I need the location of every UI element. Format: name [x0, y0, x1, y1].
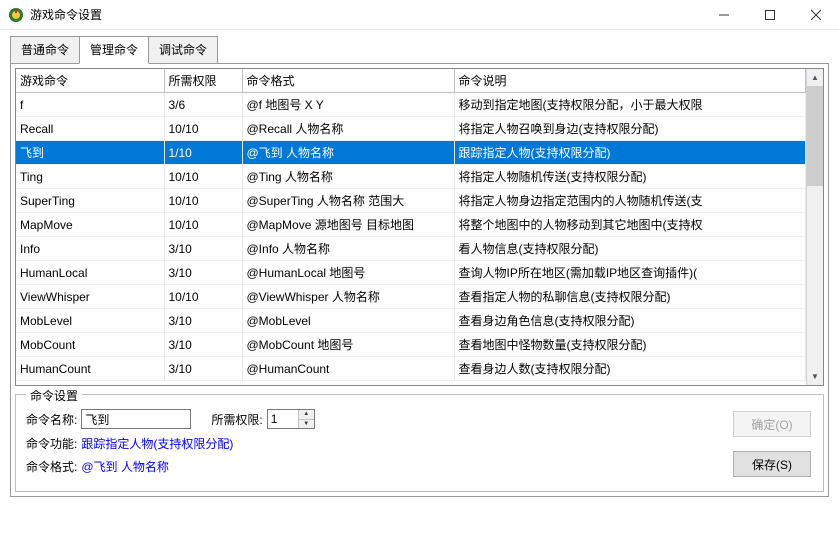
command-name-input[interactable] — [81, 409, 191, 429]
table-row[interactable]: ViewWhisper10/10@ViewWhisper 人物名称查看指定人物的… — [16, 285, 806, 309]
cell-fmt: @Info 人物名称 — [242, 237, 454, 261]
cell-perm: 3/10 — [164, 237, 242, 261]
table-row[interactable]: MobCount3/10@MobCount 地图号查看地图中怪物数量(支持权限分… — [16, 333, 806, 357]
group-title: 命令设置 — [26, 387, 82, 404]
table-row[interactable]: 飞到1/10@飞到 人物名称跟踪指定人物(支持权限分配) — [16, 141, 806, 165]
cell-cmd: f — [16, 93, 164, 117]
perm-label: 所需权限: — [211, 411, 262, 428]
scroll-track[interactable] — [807, 86, 823, 368]
command-table-container: 游戏命令 所需权限 命令格式 命令说明 f3/6@f 地图号 X Y移动到指定地… — [15, 68, 824, 386]
func-value: 跟踪指定人物(支持权限分配) — [81, 435, 233, 452]
table-row[interactable]: Recall10/10@Recall 人物名称将指定人物召唤到身边(支持权限分配… — [16, 117, 806, 141]
close-button[interactable] — [793, 0, 839, 30]
cell-cmd: MobCount — [16, 333, 164, 357]
permission-stepper[interactable]: ▲ ▼ — [267, 409, 315, 429]
cell-fmt: @ViewWhisper 人物名称 — [242, 285, 454, 309]
cell-fmt: @HumanLocal 地图号 — [242, 261, 454, 285]
cell-perm: 1/10 — [164, 141, 242, 165]
cell-cmd: Info — [16, 237, 164, 261]
tab-panel: 游戏命令 所需权限 命令格式 命令说明 f3/6@f 地图号 X Y移动到指定地… — [10, 63, 829, 497]
fmt-value: @飞到 人物名称 — [81, 458, 169, 475]
app-icon — [8, 7, 24, 23]
cell-perm: 3/10 — [164, 357, 242, 381]
cell-fmt: @SuperTing 人物名称 范围大 — [242, 189, 454, 213]
table-row[interactable]: f3/6@f 地图号 X Y移动到指定地图(支持权限分配，小于最大权限 — [16, 93, 806, 117]
tab-debug[interactable]: 调试命令 — [148, 36, 218, 64]
table-row[interactable]: SuperTing10/10@SuperTing 人物名称 范围大将指定人物身边… — [16, 189, 806, 213]
minimize-button[interactable] — [701, 0, 747, 30]
cell-desc: 将指定人物身边指定范围内的人物随机传送(支 — [454, 189, 806, 213]
cell-cmd: MobLevel — [16, 309, 164, 333]
vertical-scrollbar[interactable]: ▲ ▼ — [806, 69, 823, 385]
confirm-button[interactable]: 确定(O) — [733, 411, 811, 437]
tabs: 普通命令 管理命令 调试命令 — [10, 36, 829, 64]
fmt-label: 命令格式: — [26, 458, 77, 475]
tab-normal[interactable]: 普通命令 — [10, 36, 80, 64]
cell-fmt: @HumanCount — [242, 357, 454, 381]
scroll-up-button[interactable]: ▲ — [807, 69, 823, 86]
cell-perm: 3/6 — [164, 93, 242, 117]
header-fmt[interactable]: 命令格式 — [242, 69, 454, 93]
header-perm[interactable]: 所需权限 — [164, 69, 242, 93]
cell-perm: 10/10 — [164, 213, 242, 237]
cell-perm: 10/10 — [164, 165, 242, 189]
table-row[interactable]: MobLevel3/10@MobLevel查看身边角色信息(支持权限分配) — [16, 309, 806, 333]
settings-group: 命令设置 命令名称: 所需权限: ▲ ▼ 命令功能: 跟踪指定人物(支持权限分配… — [15, 394, 824, 492]
cell-fmt: @Recall 人物名称 — [242, 117, 454, 141]
cell-desc: 查询人物IP所在地区(需加载IP地区查询插件)( — [454, 261, 806, 285]
cell-cmd: Recall — [16, 117, 164, 141]
cell-desc: 将整个地图中的人物移动到其它地图中(支持权 — [454, 213, 806, 237]
command-table: 游戏命令 所需权限 命令格式 命令说明 f3/6@f 地图号 X Y移动到指定地… — [16, 69, 806, 381]
cell-desc: 查看指定人物的私聊信息(支持权限分配) — [454, 285, 806, 309]
scroll-thumb[interactable] — [807, 86, 823, 186]
cell-cmd: 飞到 — [16, 141, 164, 165]
cell-fmt: @f 地图号 X Y — [242, 93, 454, 117]
table-row[interactable]: HumanLocal3/10@HumanLocal 地图号查询人物IP所在地区(… — [16, 261, 806, 285]
tab-admin[interactable]: 管理命令 — [79, 36, 149, 64]
cell-fmt: @MobCount 地图号 — [242, 333, 454, 357]
cell-cmd: ViewWhisper — [16, 285, 164, 309]
header-desc[interactable]: 命令说明 — [454, 69, 806, 93]
permission-input[interactable] — [268, 410, 298, 428]
spin-up-button[interactable]: ▲ — [299, 410, 314, 420]
cell-fmt: @Ting 人物名称 — [242, 165, 454, 189]
cell-perm: 10/10 — [164, 285, 242, 309]
maximize-button[interactable] — [747, 0, 793, 30]
cell-perm: 10/10 — [164, 189, 242, 213]
cell-perm: 3/10 — [164, 309, 242, 333]
cell-desc: 将指定人物随机传送(支持权限分配) — [454, 165, 806, 189]
cell-desc: 看人物信息(支持权限分配) — [454, 237, 806, 261]
cell-perm: 3/10 — [164, 333, 242, 357]
cell-cmd: HumanLocal — [16, 261, 164, 285]
cell-perm: 10/10 — [164, 117, 242, 141]
table-row[interactable]: Ting10/10@Ting 人物名称将指定人物随机传送(支持权限分配) — [16, 165, 806, 189]
cell-desc: 跟踪指定人物(支持权限分配) — [454, 141, 806, 165]
cell-desc: 移动到指定地图(支持权限分配，小于最大权限 — [454, 93, 806, 117]
spin-down-button[interactable]: ▼ — [299, 420, 314, 429]
cell-fmt: @飞到 人物名称 — [242, 141, 454, 165]
table-row[interactable]: Info3/10@Info 人物名称看人物信息(支持权限分配) — [16, 237, 806, 261]
table-row[interactable]: HumanCount3/10@HumanCount查看身边人数(支持权限分配) — [16, 357, 806, 381]
func-label: 命令功能: — [26, 435, 77, 452]
table-row[interactable]: MapMove10/10@MapMove 源地图号 目标地图将整个地图中的人物移… — [16, 213, 806, 237]
window-title: 游戏命令设置 — [30, 6, 701, 23]
cell-desc: 查看身边人数(支持权限分配) — [454, 357, 806, 381]
cell-perm: 3/10 — [164, 261, 242, 285]
cell-cmd: HumanCount — [16, 357, 164, 381]
header-cmd[interactable]: 游戏命令 — [16, 69, 164, 93]
cell-desc: 将指定人物召唤到身边(支持权限分配) — [454, 117, 806, 141]
cell-cmd: Ting — [16, 165, 164, 189]
cell-fmt: @MapMove 源地图号 目标地图 — [242, 213, 454, 237]
name-label: 命令名称: — [26, 411, 77, 428]
cell-fmt: @MobLevel — [242, 309, 454, 333]
save-button[interactable]: 保存(S) — [733, 451, 811, 477]
titlebar: 游戏命令设置 — [0, 0, 839, 30]
cell-cmd: MapMove — [16, 213, 164, 237]
scroll-down-button[interactable]: ▼ — [807, 368, 823, 385]
cell-desc: 查看身边角色信息(支持权限分配) — [454, 309, 806, 333]
cell-desc: 查看地图中怪物数量(支持权限分配) — [454, 333, 806, 357]
cell-cmd: SuperTing — [16, 189, 164, 213]
